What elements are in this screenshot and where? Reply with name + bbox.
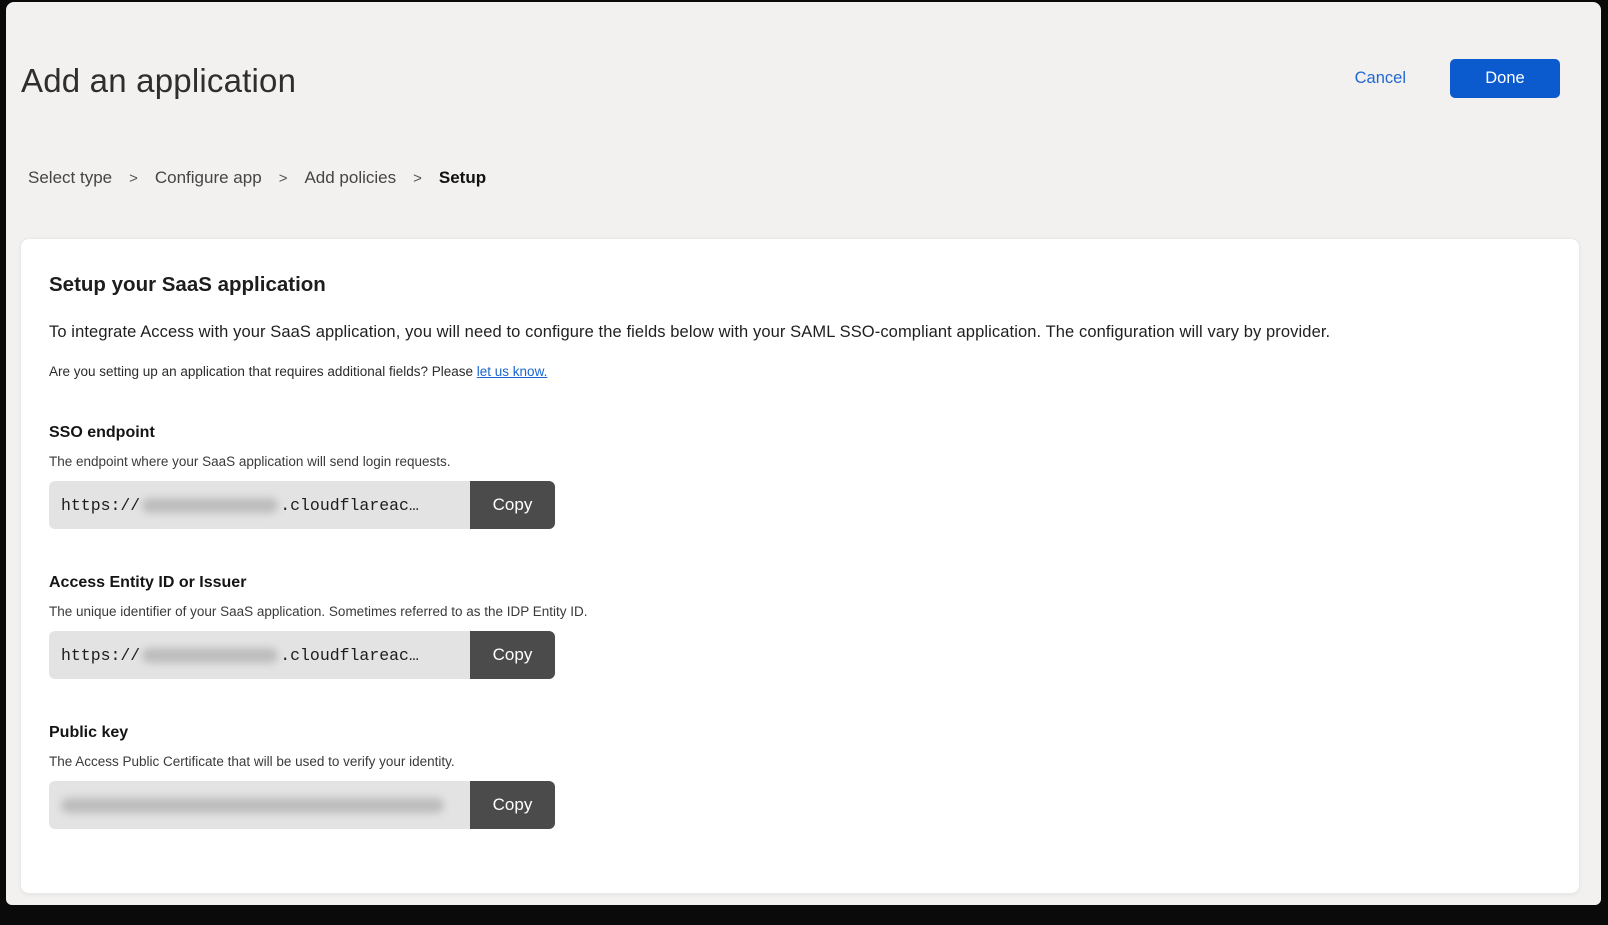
- app-screen: Add an application Cancel Done Select ty…: [6, 2, 1601, 905]
- redacted-value: [142, 648, 278, 663]
- let-us-know-link[interactable]: let us know.: [477, 364, 548, 379]
- breadcrumb-separator: >: [413, 170, 422, 187]
- sso-endpoint-value: https:// .cloudflareac…: [49, 481, 470, 529]
- section-description: The unique identifier of your SaaS appli…: [49, 604, 1551, 619]
- breadcrumb-step-configure-app[interactable]: Configure app: [155, 168, 262, 188]
- breadcrumb-step-add-policies[interactable]: Add policies: [304, 168, 396, 188]
- section-label: Public key: [49, 724, 1551, 742]
- card-intro-text: To integrate Access with your SaaS appli…: [49, 323, 1551, 342]
- section-description: The Access Public Certificate that will …: [49, 754, 1551, 769]
- value-prefix: https://: [61, 646, 140, 665]
- public-key-field: Copy: [49, 781, 555, 829]
- card-note: Are you setting up an application that r…: [49, 364, 1551, 379]
- breadcrumb-step-setup: Setup: [439, 168, 486, 188]
- copy-button-sso-endpoint[interactable]: Copy: [470, 481, 555, 529]
- copy-button-access-entity-id[interactable]: Copy: [470, 631, 555, 679]
- section-public-key: Public key The Access Public Certificate…: [49, 724, 1551, 829]
- redacted-value: [61, 798, 444, 813]
- sso-endpoint-field: https:// .cloudflareac… Copy: [49, 481, 555, 529]
- redacted-value: [142, 498, 278, 513]
- page-title: Add an application: [21, 62, 296, 100]
- breadcrumb: Select type > Configure app > Add polici…: [28, 168, 486, 188]
- value-suffix: .cloudflareac…: [280, 496, 419, 515]
- card-title: Setup your SaaS application: [49, 273, 1551, 297]
- section-label: SSO endpoint: [49, 424, 1551, 442]
- access-entity-id-value: https:// .cloudflareac…: [49, 631, 470, 679]
- setup-card: Setup your SaaS application To integrate…: [20, 238, 1580, 894]
- section-sso-endpoint: SSO endpoint The endpoint where your Saa…: [49, 424, 1551, 529]
- value-suffix: .cloudflareac…: [280, 646, 419, 665]
- section-label: Access Entity ID or Issuer: [49, 574, 1551, 592]
- copy-button-public-key[interactable]: Copy: [470, 781, 555, 829]
- breadcrumb-separator: >: [279, 170, 288, 187]
- done-button[interactable]: Done: [1450, 59, 1560, 98]
- header-actions: Cancel Done: [1355, 59, 1560, 98]
- card-note-text: Are you setting up an application that r…: [49, 364, 477, 379]
- breadcrumb-separator: >: [129, 170, 138, 187]
- public-key-value: [49, 781, 470, 829]
- section-access-entity-id: Access Entity ID or Issuer The unique id…: [49, 574, 1551, 679]
- breadcrumb-step-select-type[interactable]: Select type: [28, 168, 112, 188]
- access-entity-id-field: https:// .cloudflareac… Copy: [49, 631, 555, 679]
- section-description: The endpoint where your SaaS application…: [49, 454, 1551, 469]
- cancel-button[interactable]: Cancel: [1355, 69, 1406, 88]
- value-prefix: https://: [61, 496, 140, 515]
